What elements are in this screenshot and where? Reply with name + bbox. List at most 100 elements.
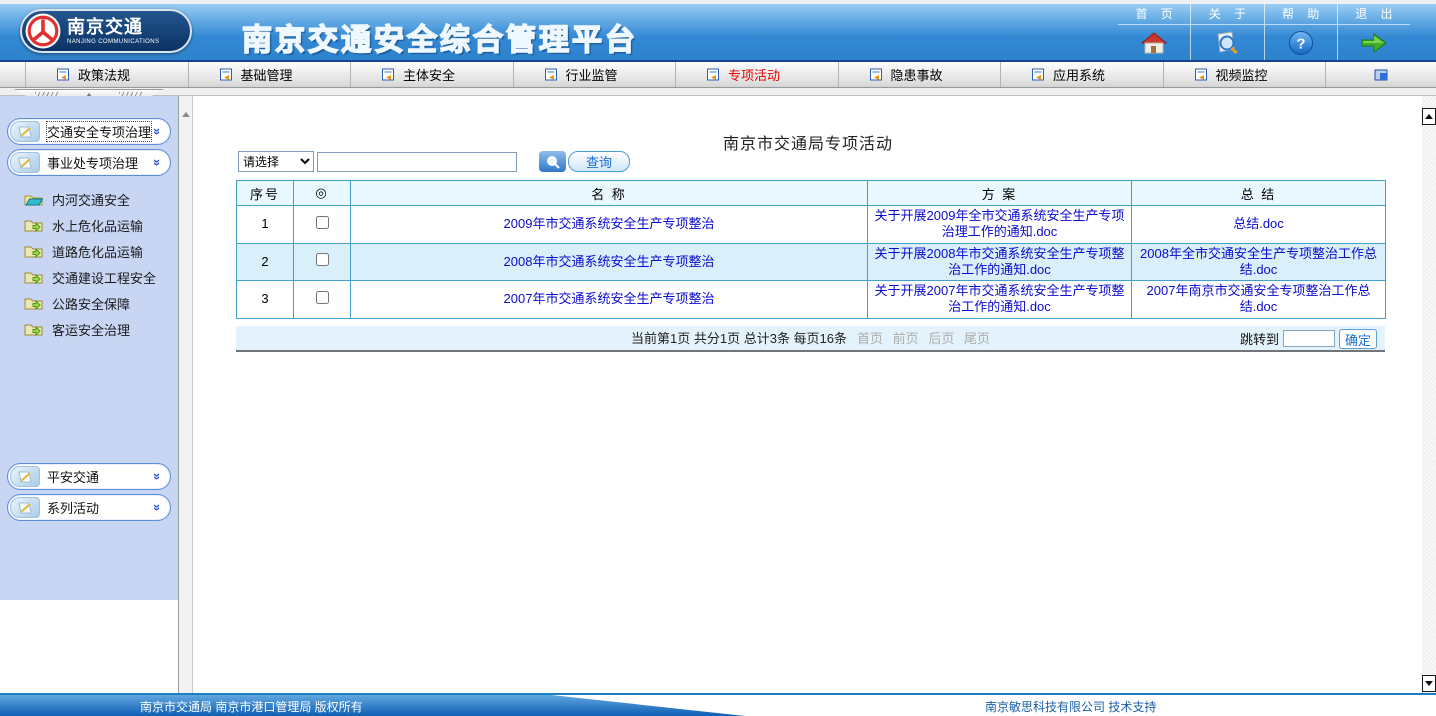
notepad-icon — [10, 121, 40, 142]
sidebar-item-label: 道路危化品运输 — [52, 242, 143, 261]
table-row: 1 2009年市交通系统安全生产专项整治 关于开展2009年全市交通系统安全生产… — [237, 206, 1386, 244]
tab-basic-mgmt[interactable]: 基础管理 — [189, 62, 352, 87]
sidebar-item-label: 水上危化品运输 — [52, 216, 143, 235]
open-folder-icon — [24, 192, 43, 206]
table-row: 3 2007年市交通系统安全生产专项整治 关于开展2007年市交通系统安全生产专… — [237, 281, 1386, 319]
sidebar-item-highway-safety[interactable]: 公路安全保障 — [0, 290, 178, 316]
about-icon[interactable] — [1214, 25, 1240, 60]
row-checkbox[interactable] — [316, 216, 329, 229]
window-restore-icon — [1374, 69, 1388, 81]
tab-video-monitoring[interactable]: 视频监控 — [1164, 62, 1327, 87]
footer-copyright: 南京市交通局 南京市港口管理局 版权所有 — [140, 698, 363, 715]
exit-icon[interactable] — [1360, 25, 1388, 60]
sidebar-group-series-activities[interactable]: 系列活动 » — [7, 494, 171, 521]
quicklink-help-label: 帮 助 — [1265, 4, 1337, 25]
footer-tech-support: 南京敏思科技有限公司 技术支持 — [985, 698, 1156, 715]
plan-doc-link[interactable]: 关于开展2007年市交通系统安全生产专项整治工作的通知.doc — [868, 281, 1132, 319]
notepad-icon — [10, 466, 40, 487]
tab-industry-supervision[interactable]: 行业监管 — [514, 62, 677, 87]
jump-confirm-button[interactable]: 确定 — [1339, 329, 1377, 349]
quick-links: 首 页 关 于 帮 助 — [1118, 4, 1410, 60]
sidebar-item-construction-safety[interactable]: 交通建设工程安全 — [0, 264, 178, 290]
quicklink-help[interactable]: 帮 助 ? — [1264, 4, 1337, 60]
tab-hazard-accidents[interactable]: 隐患事故 — [839, 62, 1002, 87]
help-icon[interactable]: ? — [1288, 25, 1314, 60]
page-scrollbar[interactable] — [1422, 96, 1436, 693]
quicklink-home[interactable]: 首 页 — [1118, 4, 1190, 60]
sidebar-item-inland-river-safety[interactable]: 内河交通安全 — [0, 186, 178, 212]
window-restore-button[interactable] — [1326, 62, 1436, 87]
doc-icon — [544, 68, 558, 81]
search-filter-select[interactable]: 请选择 — [238, 151, 314, 172]
logo-brand: 南京交通 — [67, 18, 159, 36]
scroll-up-button[interactable] — [1422, 108, 1436, 125]
sidebar-group-label: 系列活动 — [47, 498, 99, 517]
tab-policy[interactable]: 政策法规 — [26, 62, 189, 87]
activities-table: 序号 ◎ 名 称 方 案 总 结 1 2009年市交通系统安全生产专项整治 关于… — [236, 180, 1386, 319]
tab-subject-safety[interactable]: 主体安全 — [351, 62, 514, 87]
tab-special-activities[interactable]: 专项活动 — [676, 62, 839, 87]
quicklink-home-label: 首 页 — [1118, 4, 1190, 25]
svg-text:?: ? — [1296, 35, 1305, 52]
next-page-link[interactable]: 后页 — [928, 331, 954, 346]
plan-doc-link[interactable]: 关于开展2008年市交通系统安全生产专项整治工作的通知.doc — [868, 243, 1132, 281]
pagination-bar: 当前第1页 共分1页 总计3条 每页16条 首页 前页 后页 尾页 跳转到 确定 — [236, 326, 1385, 352]
search-icon — [539, 151, 566, 172]
col-header-plan: 方 案 — [868, 181, 1132, 206]
scroll-down-button[interactable] — [1422, 675, 1436, 692]
sidebar-item-passenger-transport-safety[interactable]: 客运安全治理 — [0, 316, 178, 342]
doc-icon — [869, 68, 883, 81]
scroll-up-icon — [182, 112, 190, 117]
sidebar-scrollbar[interactable] — [178, 96, 193, 693]
folder-icon — [24, 270, 43, 284]
prev-page-link[interactable]: 前页 — [893, 331, 919, 346]
scroll-up-icon — [1425, 114, 1433, 119]
chevron-down-icon: » — [150, 473, 165, 480]
sidebar: 交通安全专项治理 » 事业处专项治理 » 内河交通安全 — [0, 96, 178, 693]
row-index: 1 — [237, 206, 294, 244]
last-page-link[interactable]: 尾页 — [964, 331, 990, 346]
jump-page-input[interactable] — [1283, 330, 1335, 347]
sidebar-group-label: 事业处专项治理 — [47, 153, 138, 172]
tab-label: 行业监管 — [566, 65, 618, 84]
row-index: 3 — [237, 281, 294, 319]
doc-icon — [706, 68, 720, 81]
row-checkbox[interactable] — [316, 291, 329, 304]
activity-name-link[interactable]: 2009年市交通系统安全生产专项整治 — [351, 206, 868, 244]
chevron-down-icon: » — [150, 504, 165, 511]
activity-name-link[interactable]: 2008年市交通系统安全生产专项整治 — [351, 243, 868, 281]
folder-icon — [24, 218, 43, 232]
jump-label: 跳转到 — [1240, 329, 1279, 348]
search-input[interactable] — [317, 152, 517, 172]
doc-icon — [381, 68, 395, 81]
quicklink-exit[interactable]: 退 出 — [1337, 4, 1410, 60]
summary-doc-link[interactable]: 2008年全市交通安全生产专项整治工作总结.doc — [1132, 243, 1386, 281]
col-header-index: 序号 — [237, 181, 294, 206]
tab-label: 主体安全 — [403, 65, 455, 84]
sidebar-group-traffic-safety-governance[interactable]: 交通安全专项治理 » — [7, 118, 171, 145]
summary-doc-link[interactable]: 总结.doc — [1132, 206, 1386, 244]
sidebar-item-road-hazmat-transport[interactable]: 道路危化品运输 — [0, 238, 178, 264]
activity-name-link[interactable]: 2007年市交通系统安全生产专项整治 — [351, 281, 868, 319]
sidebar-item-water-hazmat-transport[interactable]: 水上危化品运输 — [0, 212, 178, 238]
tab-label: 专项活动 — [728, 65, 780, 84]
row-checkbox[interactable] — [316, 253, 329, 266]
sidebar-group-safe-traffic[interactable]: 平安交通 » — [7, 463, 171, 490]
sidebar-group-label: 平安交通 — [47, 467, 99, 486]
sidebar-item-label: 交通建设工程安全 — [52, 268, 156, 287]
col-header-name: 名 称 — [351, 181, 868, 206]
tab-label: 应用系统 — [1053, 65, 1105, 84]
quicklink-about[interactable]: 关 于 — [1190, 4, 1263, 60]
sidebar-group-division-governance[interactable]: 事业处专项治理 » — [7, 149, 171, 176]
search-button[interactable]: 查询 — [539, 151, 630, 172]
home-icon[interactable] — [1141, 25, 1167, 60]
chevron-down-icon: » — [150, 128, 165, 135]
tab-application-systems[interactable]: 应用系统 — [1001, 62, 1164, 87]
summary-doc-link[interactable]: 2007年南京市交通安全专项整治工作总结.doc — [1132, 281, 1386, 319]
notepad-icon — [10, 497, 40, 518]
search-button-label: 查询 — [568, 151, 630, 172]
main-content: 南京市交通局专项活动 请选择 查询 序号 ◎ — [194, 96, 1422, 693]
first-page-link[interactable]: 首页 — [857, 331, 883, 346]
logo-text: 南京交通 NANJING COMMUNICATIONS — [67, 18, 159, 45]
plan-doc-link[interactable]: 关于开展2009年全市交通系统安全生产专项治理工作的通知.doc — [868, 206, 1132, 244]
